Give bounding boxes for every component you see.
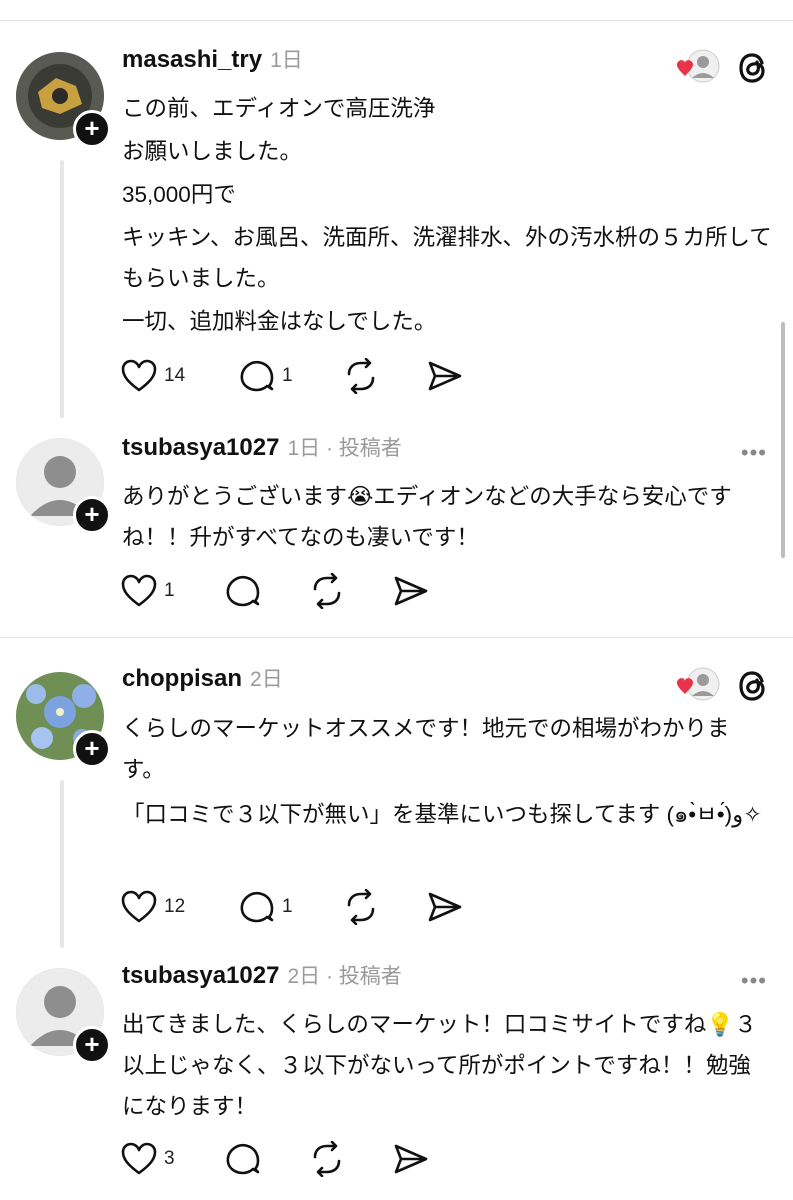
- post-body: ありがとうございます😭エディオンなどの大手なら安心ですね！！升がすべてなのも凄い…: [122, 476, 762, 558]
- reply-button[interactable]: [224, 570, 262, 612]
- like-button[interactable]: 12: [120, 886, 185, 928]
- share-button[interactable]: [426, 886, 464, 928]
- username[interactable]: masashi_try: [122, 46, 262, 74]
- post-line: ありがとうございます😭エディオンなどの大手なら安心ですね！！升がすべてなのも凄い…: [122, 484, 732, 550]
- share-button[interactable]: [392, 570, 430, 612]
- post-header: masashi_try 1日: [122, 44, 303, 84]
- thread-connector-line: [60, 160, 64, 418]
- username[interactable]: tsubasya1027: [122, 434, 279, 462]
- follow-plus-button[interactable]: +: [73, 730, 111, 768]
- like-count: 1: [164, 580, 175, 601]
- threads-logo-icon[interactable]: [735, 668, 771, 704]
- heart-icon: [121, 574, 157, 607]
- post-body: この前、エディオンで高圧洗浄 お願いしました。 35,000円で キッキン、お風…: [122, 88, 772, 342]
- reply-bubble-icon: [226, 1143, 260, 1175]
- post-top-right: [673, 666, 771, 706]
- liked-by-author-icon: [676, 667, 720, 701]
- threads-logo-icon[interactable]: [735, 50, 771, 86]
- username[interactable]: tsubasya1027: [122, 962, 279, 990]
- send-icon: [394, 1144, 428, 1174]
- post-time: 2日: [250, 668, 283, 691]
- like-count: 3: [164, 1148, 175, 1169]
- like-button[interactable]: 14: [120, 355, 185, 397]
- repost-button[interactable]: [308, 570, 346, 612]
- heart-icon: [121, 1142, 157, 1175]
- follow-plus-button[interactable]: +: [73, 110, 111, 148]
- reply-button[interactable]: 1: [238, 886, 293, 928]
- reply-bubble-icon: [240, 360, 274, 392]
- post-line: 出てきました、くらしのマーケット！口コミサイトですね💡３以上じゃなく、３以下がな…: [122, 1012, 757, 1119]
- thread-connector-line: [60, 780, 64, 948]
- more-options-button[interactable]: •••: [741, 968, 767, 994]
- repost-button[interactable]: [308, 1138, 346, 1180]
- reply-bubble-icon: [240, 891, 274, 923]
- repost-button[interactable]: [342, 355, 380, 397]
- repost-icon: [347, 358, 375, 394]
- repost-icon: [347, 889, 375, 925]
- post-header: choppisan 2日: [122, 663, 283, 703]
- post-line: くらしのマーケットオススメです！地元での相場がわかります。: [122, 716, 730, 782]
- send-icon: [394, 576, 428, 606]
- share-button[interactable]: [426, 355, 464, 397]
- post-line: 「口コミで３以下が無い」を基準にいつも探してます (๑•̀ㅂ•́)و✧: [122, 802, 762, 827]
- more-options-button[interactable]: •••: [741, 440, 767, 466]
- post-header: tsubasya1027 2日 · 投稿者: [122, 960, 402, 1000]
- post-line: 35,000円で: [122, 182, 236, 207]
- heart-icon: [121, 890, 157, 923]
- like-count: 12: [164, 896, 186, 917]
- liked-by-author-icon: [676, 49, 720, 83]
- reply-button[interactable]: 1: [238, 355, 293, 397]
- reply-count: 1: [282, 896, 293, 917]
- like-button[interactable]: 1: [120, 570, 175, 612]
- share-button[interactable]: [392, 1138, 430, 1180]
- post-line: お願いしました。: [122, 139, 303, 164]
- repost-icon: [313, 1141, 341, 1177]
- post-top-right: [673, 48, 771, 88]
- reply-button[interactable]: [224, 1138, 262, 1180]
- heart-icon: [121, 359, 157, 392]
- scrollbar[interactable]: [781, 322, 785, 558]
- post-header: tsubasya1027 1日 · 投稿者: [122, 432, 402, 472]
- post-body: くらしのマーケットオススメです！地元での相場がわかります。 「口コミで３以下が無…: [122, 708, 772, 835]
- send-icon: [428, 892, 462, 922]
- post-line: キッキン、お風呂、洗面所、洗濯排水、外の汚水枡の５カ所してもらいました。: [122, 225, 772, 291]
- username[interactable]: choppisan: [122, 665, 242, 693]
- post-line: 一切、追加料金はなしでした。: [122, 309, 437, 334]
- like-count: 14: [164, 365, 186, 386]
- repost-button[interactable]: [342, 886, 380, 928]
- thread-divider: [0, 637, 793, 638]
- post-line: この前、エディオンで高圧洗浄: [122, 96, 436, 121]
- send-icon: [428, 361, 462, 391]
- follow-plus-button[interactable]: +: [73, 1026, 111, 1064]
- post-time: 1日: [270, 49, 303, 72]
- follow-plus-button[interactable]: +: [73, 496, 111, 534]
- like-button[interactable]: 3: [120, 1138, 175, 1180]
- top-divider: [0, 20, 793, 21]
- post-body: 出てきました、くらしのマーケット！口コミサイトですね💡３以上じゃなく、３以下がな…: [122, 1004, 768, 1127]
- post-time: 2日 · 投稿者: [287, 965, 402, 988]
- post-time: 1日 · 投稿者: [287, 437, 402, 460]
- repost-icon: [313, 573, 341, 609]
- reply-bubble-icon: [226, 575, 260, 607]
- reply-count: 1: [282, 365, 293, 386]
